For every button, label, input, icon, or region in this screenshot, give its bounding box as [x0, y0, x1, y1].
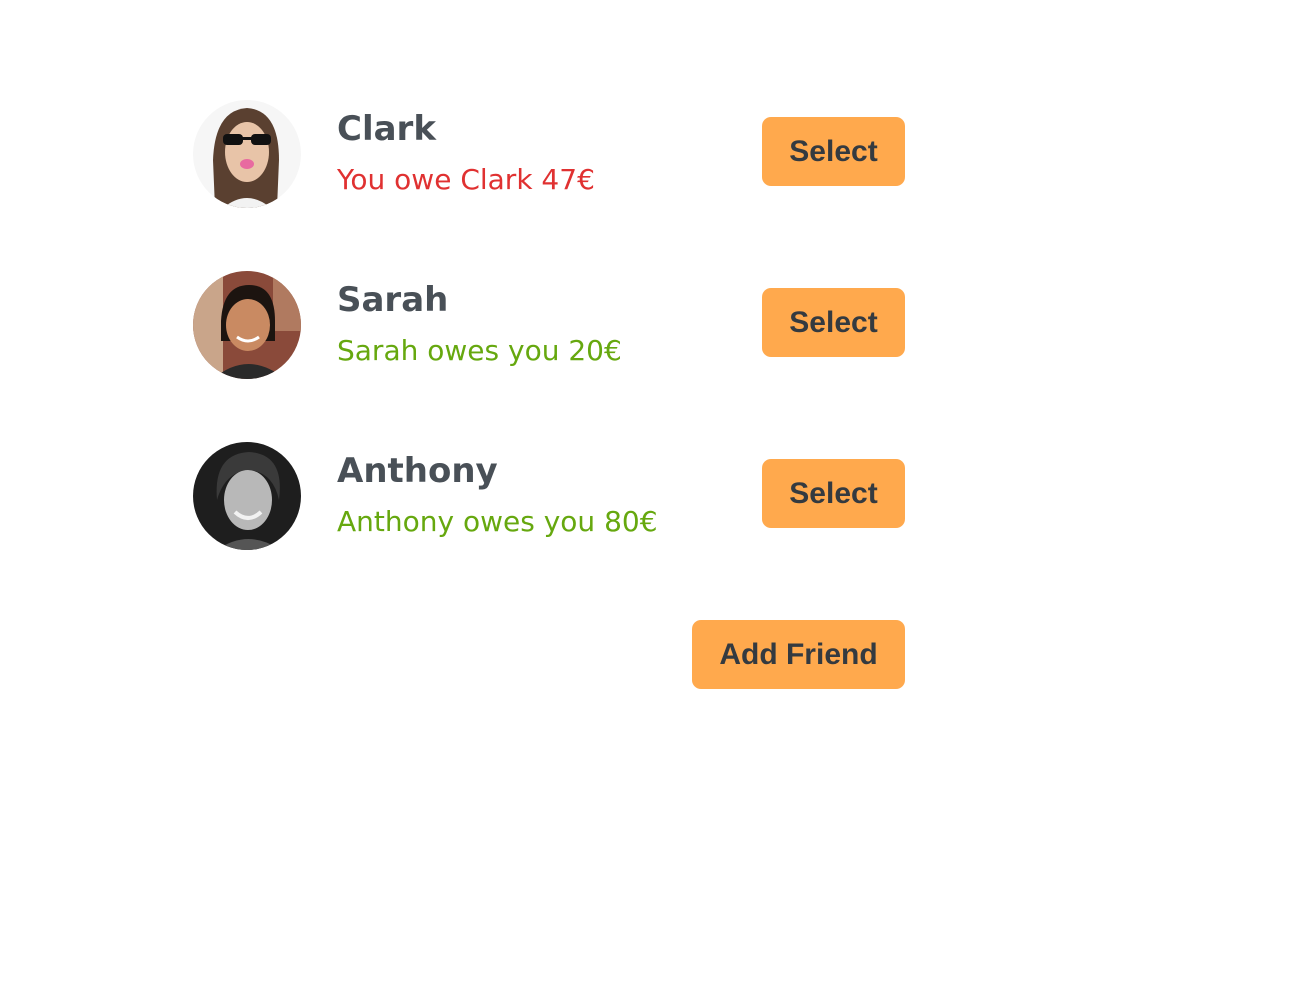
friend-row-anthony: Anthony Anthony owes you 80€ Select: [192, 442, 906, 550]
avatar-anthony: [193, 442, 301, 550]
friend-row-sarah: Sarah Sarah owes you 20€ Select: [192, 271, 906, 379]
friend-balance: You owe Clark 47€: [337, 163, 595, 196]
friends-list: Clark You owe Clark 47€ Select Sarah Sar…: [192, 100, 906, 613]
select-button-sarah[interactable]: Select: [762, 288, 905, 357]
friend-name: Anthony: [337, 451, 498, 491]
friend-balance: Sarah owes you 20€: [337, 334, 622, 367]
select-button-anthony[interactable]: Select: [762, 459, 905, 528]
friend-balance: Anthony owes you 80€: [337, 505, 658, 538]
avatar-sarah: [193, 271, 301, 379]
avatar-clark: [193, 100, 301, 208]
friend-name: Sarah: [337, 280, 449, 320]
select-button-clark[interactable]: Select: [762, 117, 905, 186]
add-friend-button[interactable]: Add Friend: [692, 620, 905, 689]
friend-row-clark: Clark You owe Clark 47€ Select: [192, 100, 906, 208]
friend-name: Clark: [337, 109, 436, 149]
